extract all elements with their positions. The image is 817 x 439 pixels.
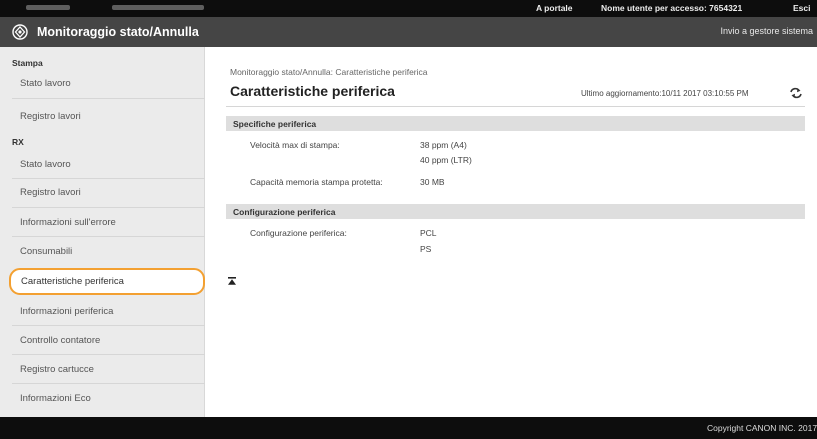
sidebar-item-cartridge-log[interactable]: Registro cartucce — [8, 357, 204, 383]
footer: Copyright CANON INC. 2017 — [0, 417, 817, 439]
copyright-text: Copyright CANON INC. 2017 — [707, 423, 817, 433]
blurred-logo — [26, 5, 70, 10]
main-content: Monitoraggio stato/Annulla: Caratteristi… — [206, 47, 817, 417]
divider — [12, 354, 205, 355]
last-updated-text: Ultimo aggiornamento:10/11 2017 03:10:55… — [581, 89, 749, 98]
page-title: Caratteristiche periferica — [230, 83, 395, 99]
divider — [12, 383, 205, 384]
portal-link[interactable]: A portale — [536, 3, 573, 13]
sidebar-section-print: Stampa — [12, 58, 43, 68]
sidebar-item-rx-job-status[interactable]: Stato lavoro — [8, 152, 204, 178]
divider — [12, 178, 205, 179]
divider — [226, 106, 805, 107]
config-value-pcl: PCL — [420, 228, 437, 238]
back-to-top-icon[interactable] — [227, 276, 237, 286]
sidebar: Stampa Stato lavoro Registro lavori RX S… — [0, 47, 205, 417]
sidebar-item-eco-info[interactable]: Informazioni Eco — [8, 386, 204, 412]
section-header-device-config: Configurazione periferica — [226, 204, 805, 219]
app-title: Monitoraggio stato/Annulla — [37, 25, 199, 39]
breadcrumb: Monitoraggio stato/Annulla: Caratteristi… — [230, 67, 428, 77]
sidebar-item-error-info[interactable]: Informazioni sull'errore — [8, 210, 204, 236]
admin-mail-link[interactable]: Invio a gestore sistema — [720, 26, 813, 36]
sidebar-item-print-job-log[interactable]: Registro lavori — [8, 104, 204, 130]
refresh-icon[interactable] — [789, 87, 803, 99]
top-bar: A portale Nome utente per accesso: 76543… — [0, 0, 817, 17]
section-header-device-specs: Specifiche periferica — [226, 116, 805, 131]
divider — [12, 98, 205, 99]
login-username: Nome utente per accesso: 7654321 — [601, 3, 743, 13]
blurred-device-name — [112, 5, 204, 10]
sidebar-item-counter-check[interactable]: Controllo contatore — [8, 328, 204, 354]
monitor-status-icon — [12, 24, 28, 40]
spec-value-speed-a4: 38 ppm (A4) — [420, 140, 467, 150]
sidebar-item-consumables[interactable]: Consumabili — [8, 239, 204, 265]
logout-link[interactable]: Esci — [793, 3, 811, 13]
spec-value-speed-ltr: 40 ppm (LTR) — [420, 155, 472, 165]
spec-value-memory: 30 MB — [420, 177, 445, 187]
sidebar-section-rx: RX — [12, 137, 24, 147]
config-label-device-config: Configurazione periferica: — [250, 228, 347, 238]
sidebar-item-device-features[interactable]: Caratteristiche periferica — [9, 268, 205, 295]
sidebar-item-print-job-status[interactable]: Stato lavoro — [8, 71, 204, 97]
config-value-ps: PS — [420, 244, 432, 254]
sidebar-item-device-info[interactable]: Informazioni periferica — [8, 299, 204, 325]
title-bar: Monitoraggio stato/Annulla Invio a gesto… — [0, 17, 817, 47]
sidebar-item-rx-job-log[interactable]: Registro lavori — [8, 180, 204, 206]
divider — [12, 236, 205, 237]
spec-label-max-print-speed: Velocità max di stampa: — [250, 140, 340, 150]
divider — [12, 325, 205, 326]
divider — [12, 207, 205, 208]
spec-label-secure-print-memory: Capacità memoria stampa protetta: — [250, 177, 383, 187]
